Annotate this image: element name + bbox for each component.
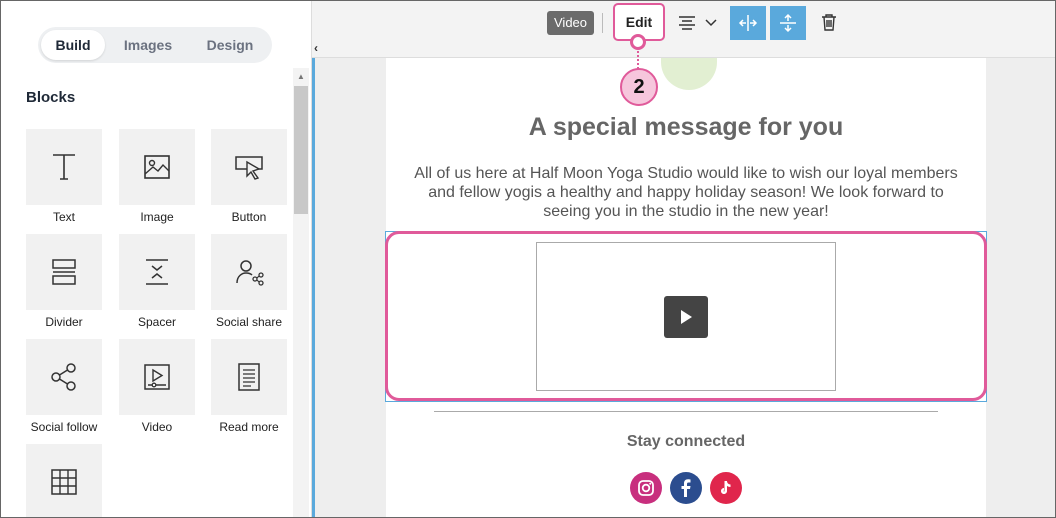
align-center-icon: [679, 16, 695, 30]
block-social-follow[interactable]: [26, 339, 102, 415]
block-spacer[interactable]: [119, 234, 195, 310]
callout-connector: [637, 47, 639, 69]
facebook-icon[interactable]: [670, 472, 702, 504]
callout-anchor-dot: [630, 34, 646, 50]
tiktok-icon[interactable]: [710, 472, 742, 504]
instagram-icon[interactable]: [630, 472, 662, 504]
trash-icon: [822, 14, 836, 31]
align-dropdown[interactable]: [673, 9, 721, 37]
block-text[interactable]: [26, 129, 102, 205]
email-body-text[interactable]: All of us here at Half Moon Yoga Studio …: [406, 164, 966, 221]
block-label-divider: Divider: [45, 315, 83, 329]
email-headline[interactable]: A special message for you: [386, 113, 986, 142]
stay-connected-heading[interactable]: Stay connected: [386, 433, 986, 451]
full-height-button[interactable]: [770, 6, 806, 40]
block-image[interactable]: [119, 129, 195, 205]
selected-block-type-badge: Video: [547, 11, 595, 35]
block-social-share[interactable]: [211, 234, 287, 310]
left-panel: Build Images Design Blocks Text Image Bu…: [1, 1, 312, 517]
editor-window: Build Images Design Blocks Text Image Bu…: [0, 0, 1056, 518]
video-icon: [144, 364, 170, 390]
panel-tabs: Build Images Design: [38, 27, 272, 63]
block-label-spacer: Spacer: [137, 315, 177, 329]
spacer-icon: [146, 259, 168, 285]
horizontal-resize-icon: [738, 15, 758, 31]
collapse-panel-chevron-icon[interactable]: ‹: [314, 41, 318, 55]
tab-images[interactable]: Images: [105, 30, 191, 60]
toolbar-separator: [602, 13, 603, 33]
button-icon: [235, 156, 263, 180]
block-label-social-share: Social share: [215, 315, 283, 329]
block-label-button: Button: [231, 210, 267, 224]
block-label-video: Video: [141, 420, 173, 434]
scroll-up-arrow-icon[interactable]: ▲: [293, 68, 309, 84]
block-video[interactable]: [119, 339, 195, 415]
block-divider[interactable]: [26, 234, 102, 310]
panel-scrollbar[interactable]: ▲: [293, 68, 309, 517]
tab-design[interactable]: Design: [191, 30, 269, 60]
tab-build[interactable]: Build: [41, 30, 105, 60]
scroll-thumb[interactable]: [294, 86, 308, 214]
email-divider: [434, 411, 938, 412]
full-width-button[interactable]: [730, 6, 766, 40]
delete-block-button[interactable]: [817, 10, 841, 34]
video-block-highlight: [385, 231, 987, 401]
block-table[interactable]: [26, 444, 102, 517]
table-icon: [51, 469, 77, 495]
block-label-read-more: Read more: [219, 420, 279, 434]
block-label-text: Text: [52, 210, 75, 224]
divider-icon: [52, 259, 76, 285]
block-read-more[interactable]: [211, 339, 287, 415]
chevron-down-icon: [705, 19, 717, 27]
social-share-icon: [236, 260, 264, 286]
social-follow-icon: [51, 363, 76, 391]
block-label-social-follow: Social follow: [30, 420, 98, 434]
image-icon: [144, 155, 170, 179]
text-icon: [53, 154, 75, 180]
vertical-resize-icon: [780, 13, 796, 33]
block-button[interactable]: [211, 129, 287, 205]
block-label-image: Image: [140, 210, 174, 224]
callout-step-badge: 2: [620, 68, 658, 106]
blocks-heading: Blocks: [26, 89, 76, 106]
read-more-icon: [238, 363, 260, 391]
